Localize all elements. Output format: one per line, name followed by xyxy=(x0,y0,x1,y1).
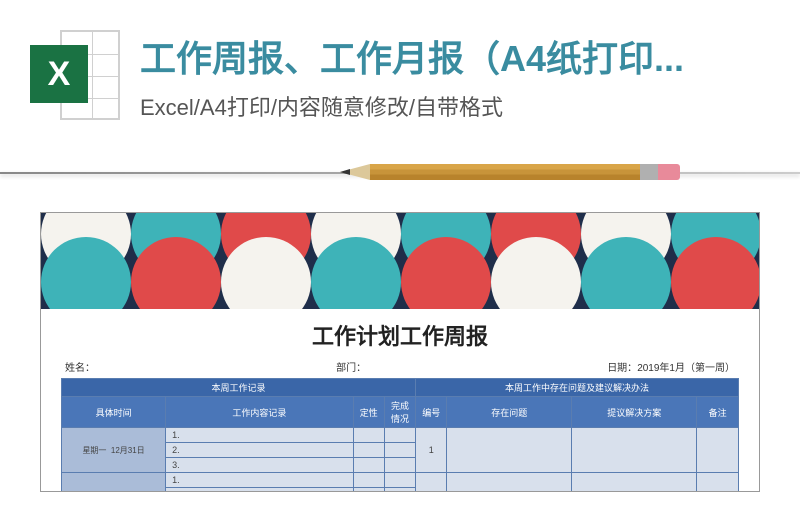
page-subtitle: Excel/A4打印/内容随意修改/自带格式 xyxy=(140,90,770,122)
nature-cell xyxy=(353,428,384,443)
day-cell: 星期二 1月1日 xyxy=(62,473,166,493)
dept-label: 部门： xyxy=(336,359,366,374)
done-cell xyxy=(384,428,415,443)
meta-row: 姓名： 部门： 日期：2019年1月（第一周） xyxy=(61,359,739,374)
th-content: 工作内容记录 xyxy=(166,397,353,428)
solution-cell xyxy=(572,428,697,473)
name-label: 姓名： xyxy=(65,359,95,374)
th-note: 备注 xyxy=(697,397,739,428)
divider-section xyxy=(0,152,800,212)
th-time: 具体时间 xyxy=(62,397,166,428)
table-row: 星期一 12月31日1.1 xyxy=(62,428,739,443)
date-label: 日期：2019年1月（第一周） xyxy=(607,359,735,374)
th-issue: 存在问题 xyxy=(447,397,572,428)
done-cell xyxy=(384,443,415,458)
nature-cell xyxy=(353,458,384,473)
report-table: 本周工作记录 本周工作中存在问题及建议解决办法 具体时间 工作内容记录 定性 完… xyxy=(61,378,739,492)
th-solution: 提议解决方案 xyxy=(572,397,697,428)
done-cell xyxy=(384,488,415,493)
nature-cell xyxy=(353,443,384,458)
note-cell xyxy=(697,428,739,473)
document-body: 工作计划工作周报 姓名： 部门： 日期：2019年1月（第一周） 本周工作记录 … xyxy=(41,309,759,492)
day-cell: 星期一 12月31日 xyxy=(62,428,166,473)
content-cell: 1. xyxy=(166,428,353,443)
document-title: 工作计划工作周报 xyxy=(61,319,739,351)
content-cell: 3. xyxy=(166,458,353,473)
done-cell xyxy=(384,473,415,488)
note-cell xyxy=(697,473,739,493)
table-body: 星期一 12月31日1.12.3.星期二 1月1日1.22.3.星期三 1月2日… xyxy=(62,428,739,493)
template-preview: 工作计划工作周报 姓名： 部门： 日期：2019年1月（第一周） 本周工作记录 … xyxy=(40,212,760,492)
title-area: 工作周报、工作月报（A4纸打印... Excel/A4打印/内容随意修改/自带格… xyxy=(140,30,770,122)
seq-cell: 1 xyxy=(416,428,447,473)
th-nature: 定性 xyxy=(353,397,384,428)
seq-cell: 2 xyxy=(416,473,447,493)
decorative-header xyxy=(41,213,759,309)
left-group-header: 本周工作记录 xyxy=(62,379,416,397)
page-title: 工作周报、工作月报（A4纸打印... xyxy=(140,30,770,82)
right-group-header: 本周工作中存在问题及建议解决办法 xyxy=(416,379,739,397)
content-cell: 2. xyxy=(166,443,353,458)
th-done: 完成情况 xyxy=(384,397,415,428)
nature-cell xyxy=(353,488,384,493)
pencil-icon xyxy=(340,164,680,180)
done-cell xyxy=(384,458,415,473)
table-row: 星期二 1月1日1.2 xyxy=(62,473,739,488)
nature-cell xyxy=(353,473,384,488)
solution-cell xyxy=(572,473,697,493)
content-cell: 1. xyxy=(166,473,353,488)
excel-icon: X xyxy=(30,30,120,120)
issue-cell xyxy=(447,428,572,473)
content-cell: 2. xyxy=(166,488,353,493)
excel-badge: X xyxy=(30,45,88,103)
issue-cell xyxy=(447,473,572,493)
th-seq: 编号 xyxy=(416,397,447,428)
header-section: X 工作周报、工作月报（A4纸打印... Excel/A4打印/内容随意修改/自… xyxy=(0,0,800,142)
